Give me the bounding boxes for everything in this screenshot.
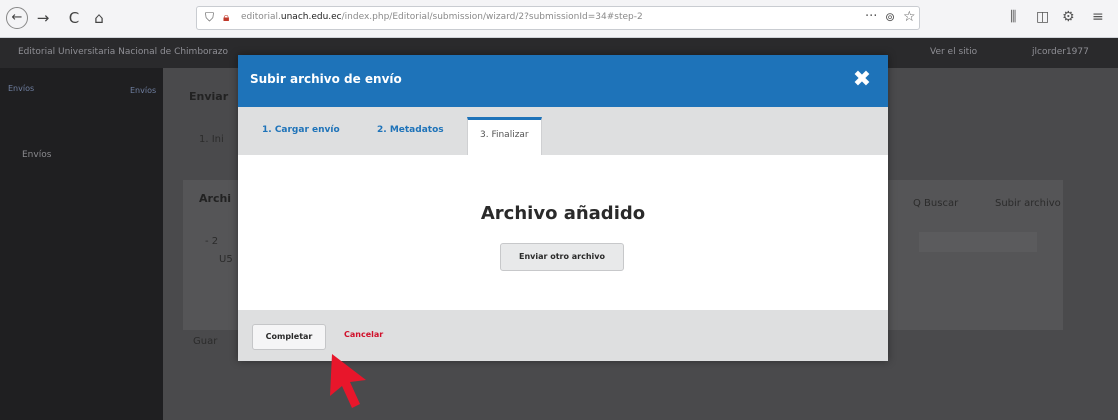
bookmark-star-icon[interactable]: ☆: [903, 9, 916, 25]
complete-button[interactable]: Completar: [252, 324, 326, 350]
bg-step-tab: 1. Ini: [199, 134, 224, 145]
add-another-file-button[interactable]: Enviar otro archivo: [500, 243, 624, 271]
back-button[interactable]: ←: [6, 7, 28, 29]
sidebar: Envíos Envíos Envíos: [0, 68, 163, 420]
url-text: editorial.unach.edu.ec/index.php/Editori…: [241, 12, 643, 22]
bg-file-item-2: U5: [219, 254, 233, 265]
sidebar-logo[interactable]: Envíos: [8, 84, 34, 93]
bg-upload-link: Subir archivo: [995, 198, 1061, 209]
address-bar[interactable]: ⛉ 🔒︎ editorial.unach.edu.ec/index.php/Ed…: [196, 6, 920, 30]
sidebar-item-submissions[interactable]: Envíos: [22, 150, 51, 160]
sidebar-icon[interactable]: ◫: [1036, 9, 1049, 25]
upload-modal: Subir archivo de envío ✖ 1. Cargar envío…: [238, 55, 888, 361]
menu-icon[interactable]: ≡: [1092, 9, 1104, 25]
close-icon[interactable]: ✖: [847, 65, 877, 95]
cursor-arrow-icon: [330, 354, 366, 408]
browser-toolbar: ← → C ⌂ ⛉ 🔒︎ editorial.unach.edu.ec/inde…: [0, 0, 1118, 38]
view-site-link[interactable]: Ver el sitio: [930, 47, 977, 57]
library-icon[interactable]: ⫼: [1010, 9, 1016, 25]
bg-file-item: - 2: [205, 236, 219, 247]
lock-icon[interactable]: 🔒︎: [223, 10, 229, 25]
tab-metadata[interactable]: 2. Metadatos: [377, 125, 444, 135]
tab-finalize[interactable]: 3. Finalizar: [467, 117, 542, 155]
home-button[interactable]: ⌂: [88, 7, 110, 29]
tab-upload[interactable]: 1. Cargar envío: [262, 125, 340, 135]
bg-search-field: [919, 232, 1037, 252]
bg-files-heading: Archi: [199, 192, 232, 205]
addon-icon[interactable]: ⚙: [1062, 9, 1075, 25]
user-menu[interactable]: jlcorder1977: [1032, 47, 1089, 57]
sidebar-item-submissions-link[interactable]: Envíos: [130, 86, 156, 95]
pocket-icon[interactable]: ⊚: [885, 10, 895, 24]
cancel-link[interactable]: Cancelar: [344, 330, 383, 339]
page-heading: Enviar: [189, 90, 229, 103]
site-name[interactable]: Editorial Universitaria Nacional de Chim…: [18, 47, 228, 57]
shield-icon[interactable]: ⛉: [205, 10, 214, 25]
page-actions-icon[interactable]: ···: [865, 9, 877, 24]
wizard-tabs: 1. Cargar envío 2. Metadatos 3. Finaliza…: [238, 107, 888, 155]
file-added-heading: Archivo añadido: [480, 203, 646, 224]
bg-save-button: Guar: [193, 336, 218, 347]
forward-button[interactable]: →: [32, 7, 54, 29]
modal-title: Subir archivo de envío: [250, 72, 402, 86]
reload-button[interactable]: C: [63, 7, 85, 29]
bg-search-link: Q Buscar: [913, 198, 959, 209]
modal-header: Subir archivo de envío ✖: [238, 55, 888, 107]
